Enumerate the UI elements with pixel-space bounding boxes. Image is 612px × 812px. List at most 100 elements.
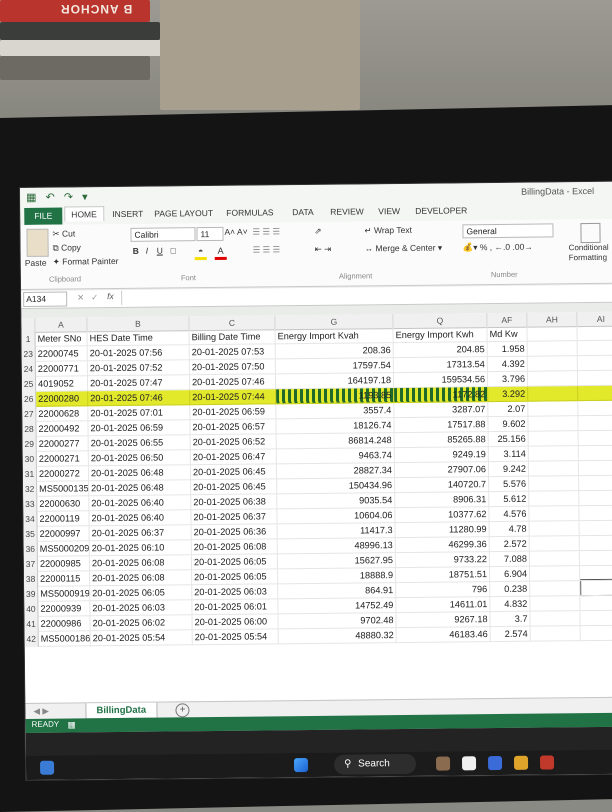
app-icon[interactable] [435,756,451,771]
cell-hes-date-time[interactable]: 20-01-2025 06:37 [89,525,192,542]
cell-energy-import-kwh[interactable]: 9267.18 [396,612,491,629]
cell-energy-import-kvah[interactable]: 9702.48 [278,613,397,630]
name-box[interactable]: A134 [23,291,68,307]
empty-cell[interactable] [530,596,581,612]
tab-review[interactable]: REVIEW [330,206,364,216]
cell-energy-import-kvah[interactable]: 15627.95 [277,553,397,570]
empty-cell[interactable] [578,430,612,447]
cell-md-kw[interactable]: 9.602 [488,416,529,433]
cell-energy-import-kvah[interactable]: 48996.13 [277,538,396,555]
cell-hes-date-time[interactable]: 20-01-2025 06:48 [88,465,192,482]
number-format-select[interactable]: General [462,223,554,239]
empty-cell[interactable] [578,445,612,462]
cell-md-kw[interactable]: 4.576 [489,506,530,523]
cell-billing-date-time[interactable]: 20-01-2025 06:05 [192,569,279,586]
cell-billing-date-time[interactable]: 20-01-2025 07:53 [189,344,276,361]
align-left-icon[interactable]: ☰ ☰ ☰ [253,244,281,255]
cell-energy-import-kwh[interactable]: 140720.7 [395,477,490,494]
cell-energy-import-kwh[interactable]: 27907.06 [394,462,490,479]
row-header[interactable]: 33 [23,496,38,512]
cell-hes-date-time[interactable]: 20-01-2025 06:48 [89,480,192,497]
row-header[interactable]: 26 [22,391,37,407]
empty-cell[interactable] [530,581,581,597]
row-header[interactable]: 37 [23,556,39,572]
cell-meter-sno[interactable]: 4019052 [35,376,89,392]
cell-meter-sno[interactable]: 22000745 [35,346,88,362]
empty-cell[interactable] [580,610,612,627]
cell-energy-import-kwh[interactable]: 8906.31 [395,492,490,509]
cell-hes-date-time[interactable]: 20-01-2025 06:08 [89,555,193,572]
cell-energy-import-kvah[interactable]: 9035.54 [277,493,396,510]
cell-energy-import-kwh[interactable]: 796 [396,582,491,599]
row-header[interactable]: 27 [22,406,37,422]
row-header[interactable]: 40 [24,601,39,617]
empty-cell[interactable] [527,326,578,342]
cell-energy-import-kwh[interactable]: 10377.62 [395,507,490,524]
quick-access-toolbar[interactable]: ▦ ↶ ↷ ▾ [26,190,91,204]
empty-cell[interactable] [578,400,612,417]
underline-button[interactable]: U [157,246,163,256]
font-name-select[interactable]: Calibri [130,227,196,242]
empty-cell[interactable] [530,626,581,642]
font-color-icon[interactable]: A [214,244,227,260]
empty-cell[interactable] [529,491,580,507]
cell-md-kw[interactable]: 0.238 [490,581,531,598]
cell-energy-import-kwh[interactable]: 46299.36 [395,537,490,554]
header-cell[interactable]: Energy Import Kwh [393,327,488,344]
cell-meter-sno[interactable]: 22000119 [37,511,90,527]
cell-hes-date-time[interactable]: 20-01-2025 06:10 [89,540,192,557]
tab-insert[interactable]: INSERT [112,209,143,219]
cell-hes-date-time[interactable]: 20-01-2025 07:01 [88,405,191,422]
cell-energy-import-kwh[interactable]: 17313.54 [393,357,488,374]
cell-billing-date-time[interactable]: 20-01-2025 05:54 [192,629,279,646]
cell-hes-date-time[interactable]: 20-01-2025 07:47 [87,375,191,392]
task-view-icon[interactable] [461,756,477,771]
row-header[interactable]: 34 [23,511,38,527]
cell-meter-sno[interactable]: MS5000919 [38,586,91,602]
cell-hes-date-time[interactable]: 20-01-2025 06:40 [89,510,192,527]
cell-billing-date-time[interactable]: 20-01-2025 06:08 [191,539,278,556]
empty-cell[interactable] [527,371,579,387]
cut-button[interactable]: ✂ Cut [52,228,75,239]
cell-meter-sno[interactable]: 22000630 [37,496,90,512]
cell-billing-date-time[interactable]: 20-01-2025 06:38 [191,494,278,511]
row-header[interactable]: 28 [22,421,37,437]
cell-meter-sno[interactable]: 22000280 [36,391,89,407]
copy-button[interactable]: ⧉ Copy [53,242,81,253]
insert-function-icon[interactable]: fx [107,291,114,301]
empty-cell[interactable] [579,550,612,567]
cell-meter-sno[interactable]: 22000628 [36,406,89,422]
cell-hes-date-time[interactable]: 20-01-2025 07:46 [88,390,191,407]
empty-cell[interactable] [577,370,612,387]
paste-icon[interactable] [26,228,49,257]
row-header[interactable]: 29 [22,436,37,452]
row-header[interactable]: 1 [21,331,36,347]
cell-md-kw[interactable]: 2.572 [489,536,530,553]
cell-meter-sno[interactable]: MS5000209 [37,541,90,557]
cell-billing-date-time[interactable]: 20-01-2025 07:44 [190,389,277,406]
empty-cell[interactable] [528,416,579,432]
empty-cell[interactable] [578,385,612,402]
cell-meter-sno[interactable]: MS5000186 [38,631,91,647]
cell-energy-import-kvah[interactable]: 150434.96 [277,478,396,495]
cell-billing-date-time[interactable]: 20-01-2025 06:52 [190,434,277,451]
tab-developer[interactable]: DEVELOPER [415,205,467,216]
header-cell[interactable]: Md Kw [487,326,528,343]
column-header-ai[interactable]: AI [577,311,612,327]
grow-font-button[interactable]: A˄ A˅ [224,227,247,237]
cell-billing-date-time[interactable]: 20-01-2025 06:59 [190,404,277,421]
header-cell[interactable]: HES Date Time [87,330,190,347]
cell-md-kw[interactable]: 3.7 [490,611,531,628]
align-top-icon[interactable]: ☰ ☰ ☰ [252,226,280,237]
cell-energy-import-kwh[interactable]: 159534.56 [393,372,489,389]
empty-cell[interactable] [579,505,612,522]
column-header-b[interactable]: B [87,316,190,332]
empty-cell[interactable] [527,341,578,357]
column-header-af[interactable]: AF [487,312,528,328]
cell-meter-sno[interactable]: 22000997 [37,526,90,542]
empty-cell[interactable] [580,580,612,597]
cell-billing-date-time[interactable]: 20-01-2025 06:05 [191,554,279,571]
accounting-format-icon[interactable]: 💰▾ % , ←.0 .00→ [463,242,533,254]
cell-meter-sno[interactable]: 22000277 [36,436,89,452]
tab-page-layout[interactable]: PAGE LAYOUT [154,208,213,219]
